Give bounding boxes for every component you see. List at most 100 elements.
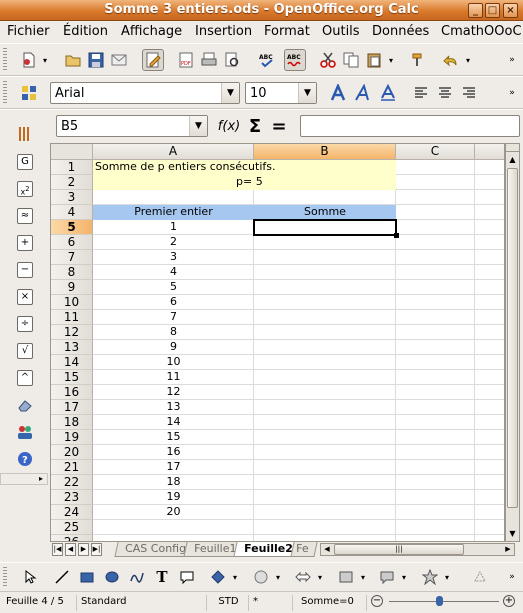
horizontal-scroll-thumb[interactable]: ||| xyxy=(334,544,464,555)
row-header-13[interactable]: 13 xyxy=(51,340,93,355)
column-header-d[interactable] xyxy=(475,144,504,160)
freeform-tool-icon[interactable] xyxy=(127,567,147,587)
block-arrows-dropdown-icon[interactable]: ▾ xyxy=(315,567,325,587)
cell-a20[interactable]: 16 xyxy=(93,445,254,460)
cmath-approx-icon[interactable]: ≈ xyxy=(14,205,36,227)
rectangle-tool-icon[interactable] xyxy=(77,567,97,587)
points-icon[interactable] xyxy=(470,567,490,587)
row-header-1[interactable]: 1 xyxy=(51,160,93,175)
row-header-4[interactable]: 4 xyxy=(51,205,93,220)
column-header-c[interactable]: C xyxy=(396,144,475,160)
menu-insertion[interactable]: Insertion xyxy=(195,24,252,39)
cmath-minus-icon[interactable]: − xyxy=(14,259,36,281)
close-button[interactable]: × xyxy=(503,3,518,18)
toolbar-grip[interactable] xyxy=(3,567,7,586)
menu-outils[interactable]: Outils xyxy=(322,24,360,39)
row-header-7[interactable]: 7 xyxy=(51,250,93,265)
vertical-scroll-thumb[interactable] xyxy=(507,168,518,508)
cell-a22[interactable]: 18 xyxy=(93,475,254,490)
row-header-21[interactable]: 21 xyxy=(51,460,93,475)
select-all-corner[interactable] xyxy=(51,144,93,160)
scroll-left-icon[interactable]: ◀ xyxy=(321,544,333,555)
basic-shapes-icon[interactable] xyxy=(208,567,228,587)
new-dropdown-icon[interactable]: ▾ xyxy=(40,49,50,71)
cell-a11[interactable]: 7 xyxy=(93,310,254,325)
email-icon[interactable] xyxy=(108,49,130,71)
cmath-sqrt-icon[interactable]: √ xyxy=(14,340,36,362)
row-header-2[interactable]: 2 xyxy=(51,175,93,190)
row-header-23[interactable]: 23 xyxy=(51,490,93,505)
cell-a8[interactable]: 4 xyxy=(93,265,254,280)
row-header-12[interactable]: 12 xyxy=(51,325,93,340)
scroll-down-icon[interactable]: ▼ xyxy=(506,527,519,541)
underline-icon[interactable] xyxy=(377,82,399,104)
menu-format[interactable]: Format xyxy=(264,24,310,39)
sheet-tab-fe[interactable]: Fe xyxy=(290,542,318,557)
status-sum[interactable]: Somme=0 xyxy=(292,595,364,611)
sidebar-expand-icon[interactable]: ▸ xyxy=(0,473,48,485)
print-icon[interactable] xyxy=(198,49,220,71)
cell-a16[interactable]: 12 xyxy=(93,385,254,400)
vertical-scrollbar[interactable]: ▲ ▼ xyxy=(505,143,520,542)
row-header-17[interactable]: 17 xyxy=(51,400,93,415)
row-header-9[interactable]: 9 xyxy=(51,280,93,295)
menu-edition[interactable]: Édition xyxy=(63,24,108,39)
ellipse-tool-icon[interactable] xyxy=(102,567,122,587)
stars-icon[interactable] xyxy=(420,567,440,587)
cell-a13[interactable]: 9 xyxy=(93,340,254,355)
line-tool-icon[interactable] xyxy=(52,567,72,587)
cell-b2[interactable]: p= 5 xyxy=(236,175,396,190)
cell-a15[interactable]: 11 xyxy=(93,370,254,385)
row-header-25[interactable]: 25 xyxy=(51,520,93,535)
row-header-20[interactable]: 20 xyxy=(51,445,93,460)
zoom-out-icon[interactable]: − xyxy=(371,595,383,607)
cell-a14[interactable]: 10 xyxy=(93,355,254,370)
chevron-down-icon[interactable]: ▼ xyxy=(298,83,316,103)
cell-a1[interactable]: Somme de p entiers consécutifs. xyxy=(93,160,396,175)
cell-a23[interactable]: 19 xyxy=(93,490,254,505)
undo-icon[interactable] xyxy=(440,49,462,71)
cmath-graph-icon[interactable]: G xyxy=(14,151,36,173)
active-cell-cursor[interactable] xyxy=(253,219,397,236)
print-preview-icon[interactable] xyxy=(221,49,243,71)
function-equals-icon[interactable]: = xyxy=(268,115,290,137)
function-wizard-icon[interactable]: f(x) xyxy=(218,115,240,137)
toolbar-grip[interactable] xyxy=(3,81,7,104)
cmath-tools-icon[interactable] xyxy=(14,123,36,145)
maximize-button[interactable]: □ xyxy=(485,3,500,18)
cmath-power-icon[interactable]: ^ xyxy=(14,367,36,389)
basic-shapes-dropdown-icon[interactable]: ▾ xyxy=(230,567,240,587)
first-sheet-icon[interactable]: |◀ xyxy=(52,543,63,556)
cell-b4[interactable]: Somme xyxy=(254,205,396,220)
last-sheet-icon[interactable]: ▶| xyxy=(91,543,102,556)
autospellcheck-icon[interactable]: ABC xyxy=(284,49,306,71)
chevron-down-icon[interactable]: ▼ xyxy=(189,116,207,136)
zoom-thumb[interactable] xyxy=(436,596,443,606)
align-center-icon[interactable] xyxy=(434,82,456,104)
italic-icon[interactable] xyxy=(352,82,374,104)
menu-cmath[interactable]: CmathOOoC xyxy=(441,24,522,39)
paste-dropdown-icon[interactable]: ▾ xyxy=(386,49,396,71)
spreadsheet-grid[interactable]: A B C Somme de p entiers consécutifs. p=… xyxy=(50,143,505,542)
select-arrow-icon[interactable] xyxy=(20,567,40,587)
symbol-shapes-dropdown-icon[interactable]: ▾ xyxy=(273,567,283,587)
cell-a21[interactable]: 17 xyxy=(93,460,254,475)
fill-handle[interactable] xyxy=(394,233,399,238)
row-header-18[interactable]: 18 xyxy=(51,415,93,430)
zoom-slider[interactable]: − + xyxy=(366,595,521,611)
font-size-combo[interactable]: 10 ▼ xyxy=(245,82,317,104)
toolbar-overflow-icon[interactable]: » xyxy=(505,82,519,104)
scroll-right-icon[interactable]: ▶ xyxy=(502,544,514,555)
row-header-14[interactable]: 14 xyxy=(51,355,93,370)
chevron-down-icon[interactable]: ▼ xyxy=(221,83,239,103)
cell-a7[interactable]: 3 xyxy=(93,250,254,265)
undo-dropdown-icon[interactable]: ▾ xyxy=(463,49,473,71)
row-header-5[interactable]: 5 xyxy=(51,220,93,235)
menu-fichier[interactable]: Fichier xyxy=(7,24,50,39)
cell-a5[interactable]: 1 xyxy=(93,220,254,235)
copy-icon[interactable] xyxy=(340,49,362,71)
cmath-eraser-icon[interactable] xyxy=(14,394,36,416)
flowchart-dropdown-icon[interactable]: ▾ xyxy=(358,567,368,587)
align-left-icon[interactable] xyxy=(410,82,432,104)
callouts-dropdown-icon[interactable]: ▾ xyxy=(399,567,409,587)
